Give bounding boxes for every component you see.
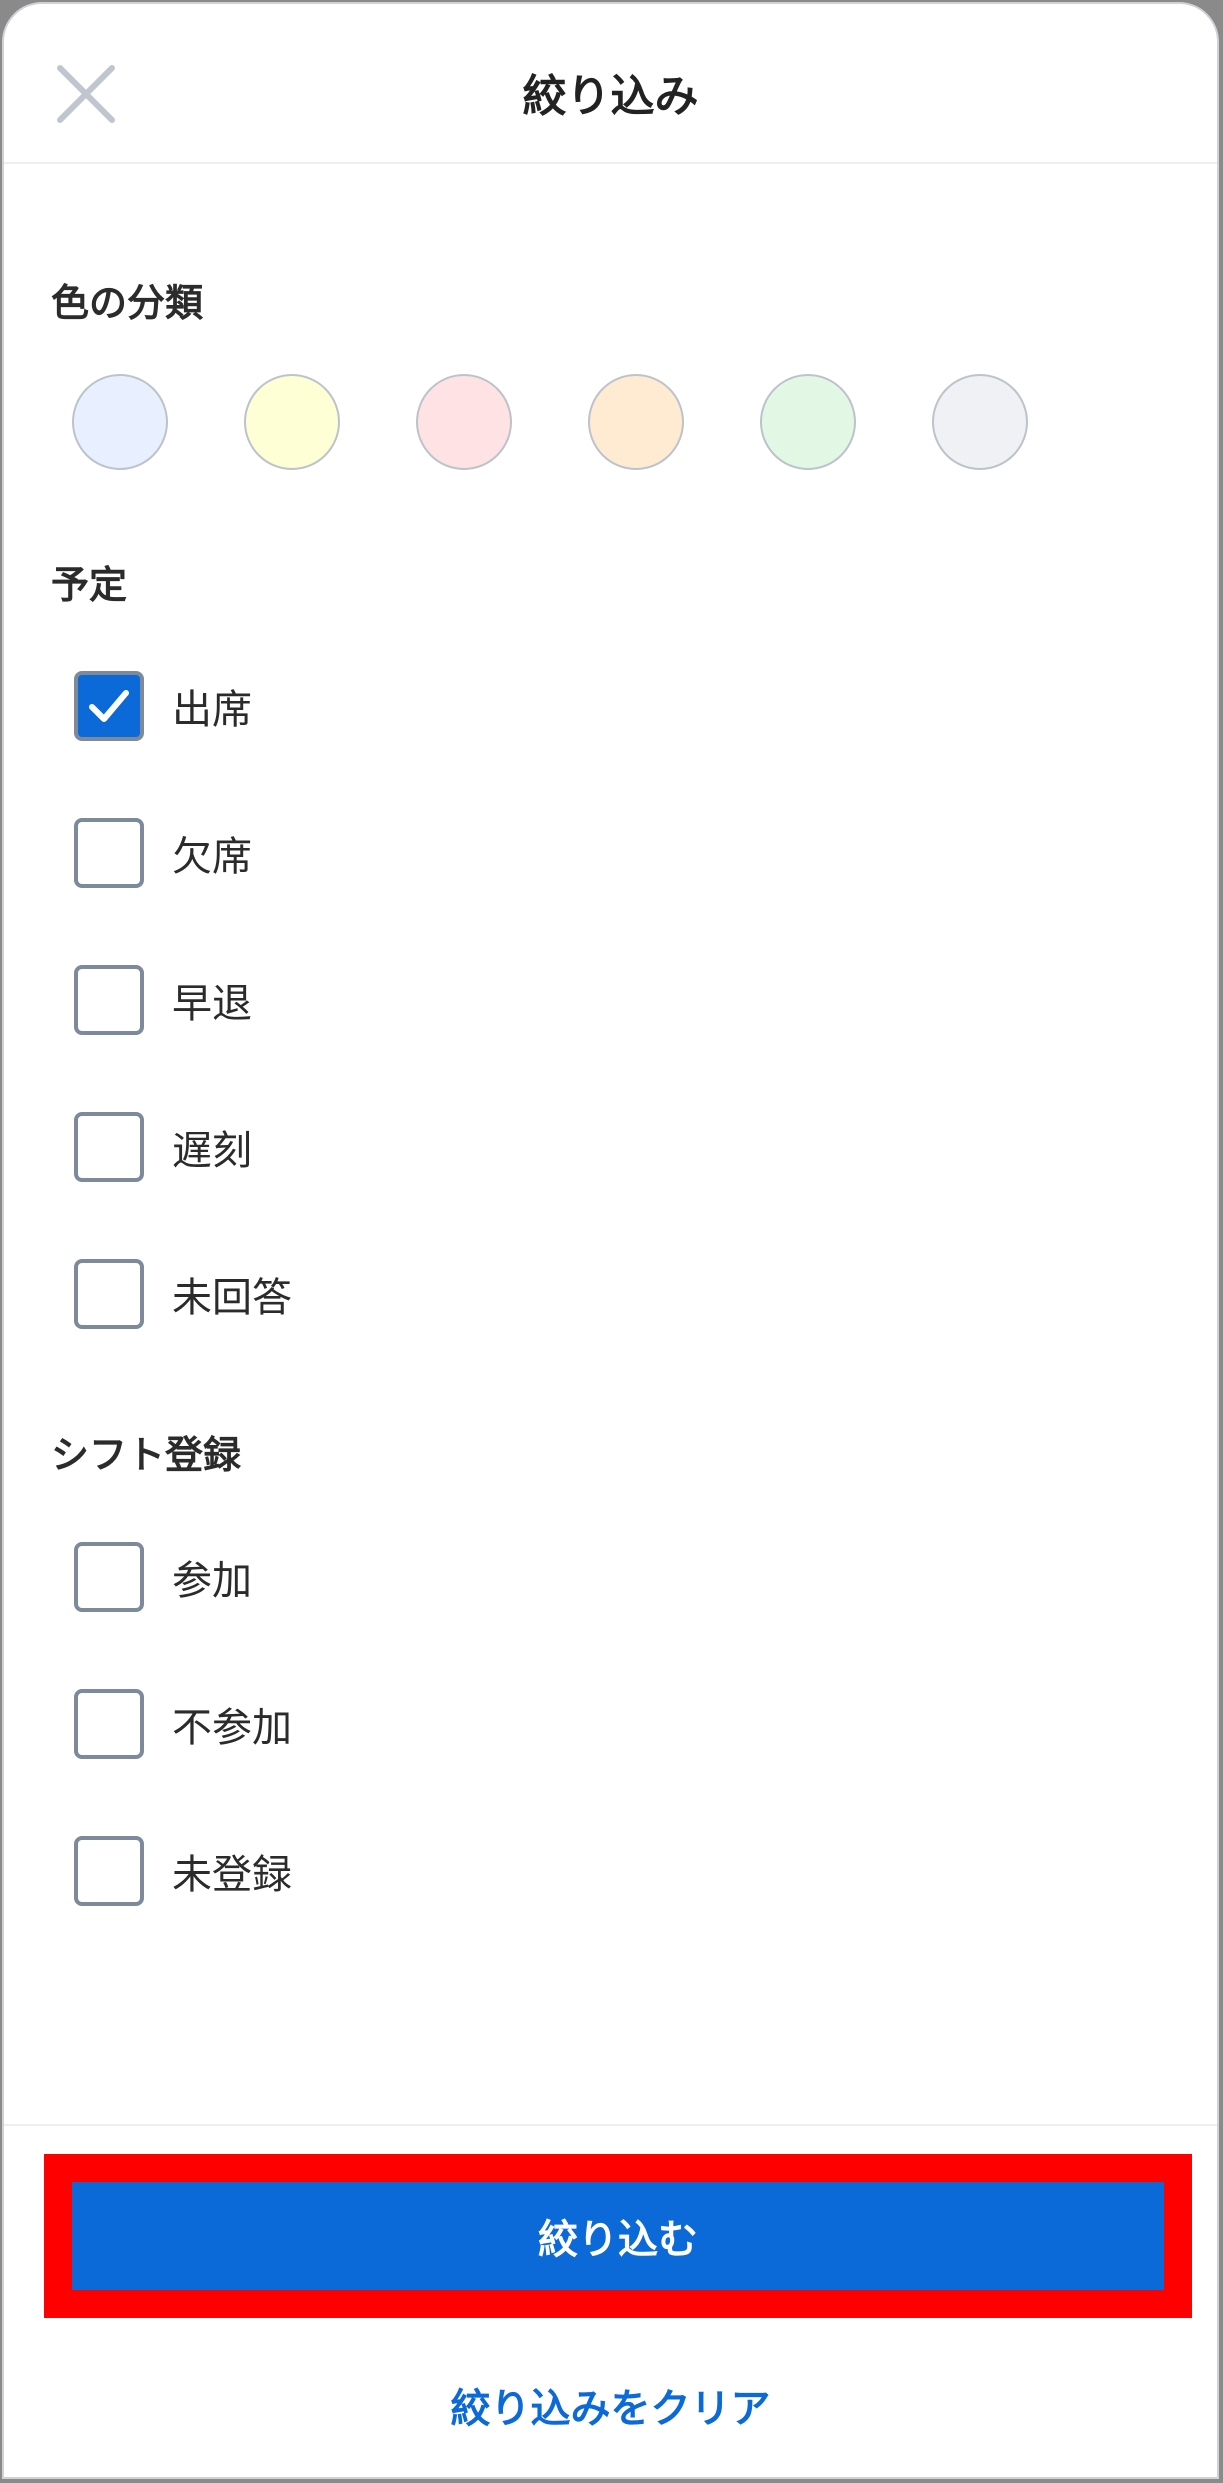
checkbox-box[interactable] [74,1112,144,1182]
checkbox-box[interactable] [74,1689,144,1759]
checkbox-unanswered[interactable]: 未回答 [74,1256,292,1332]
checkbox-unregistered[interactable]: 未登録 [74,1833,292,1909]
color-swatch-orange[interactable] [588,374,684,470]
checkbox-attend[interactable]: 出席 [74,668,252,744]
checkbox-box[interactable] [74,1259,144,1329]
color-swatch-yellow[interactable] [244,374,340,470]
checkbox-label: 出席 [172,687,252,733]
color-section-label: 色の分類 [51,281,204,325]
color-swatch-blue[interactable] [72,374,168,470]
apply-filter-button[interactable]: 絞り込む [72,2182,1164,2290]
checkbox-label: 不参加 [172,1705,292,1751]
shift-section-label: シフト登録 [51,1433,242,1477]
color-swatch-gray[interactable] [932,374,1028,470]
checkbox-label: 遅刻 [172,1128,252,1174]
checkbox-not-participate[interactable]: 不参加 [74,1686,292,1762]
checkbox-label: 早退 [172,981,252,1027]
color-swatch-green[interactable] [760,374,856,470]
footer-divider [4,2124,1217,2126]
page-title: 絞り込み [522,71,699,122]
filter-panel: 絞り込み 色の分類 予定 出席 欠席 早退 遅刻 未回答 シフト登録 参加 不参… [2,2,1219,2479]
checkbox-absent[interactable]: 欠席 [74,815,252,891]
checkbox-participate[interactable]: 参加 [74,1539,252,1615]
checkbox-label: 未登録 [172,1852,292,1898]
checkbox-label: 未回答 [172,1275,292,1321]
checkbox-box[interactable] [74,818,144,888]
check-icon [89,690,129,722]
schedule-section-label: 予定 [51,563,128,607]
checkbox-label: 参加 [172,1558,252,1604]
checkbox-box[interactable] [74,1836,144,1906]
checkbox-leave-early[interactable]: 早退 [74,962,252,1038]
checkbox-label: 欠席 [172,834,252,880]
checkbox-late[interactable]: 遅刻 [74,1109,252,1185]
checkbox-box[interactable] [74,1542,144,1612]
color-swatch-pink[interactable] [416,374,512,470]
checkbox-box[interactable] [74,965,144,1035]
clear-filter-button[interactable]: 絞り込みをクリア [4,2376,1217,2434]
panel-header: 絞り込み [4,4,1217,164]
checkbox-box[interactable] [74,671,144,741]
